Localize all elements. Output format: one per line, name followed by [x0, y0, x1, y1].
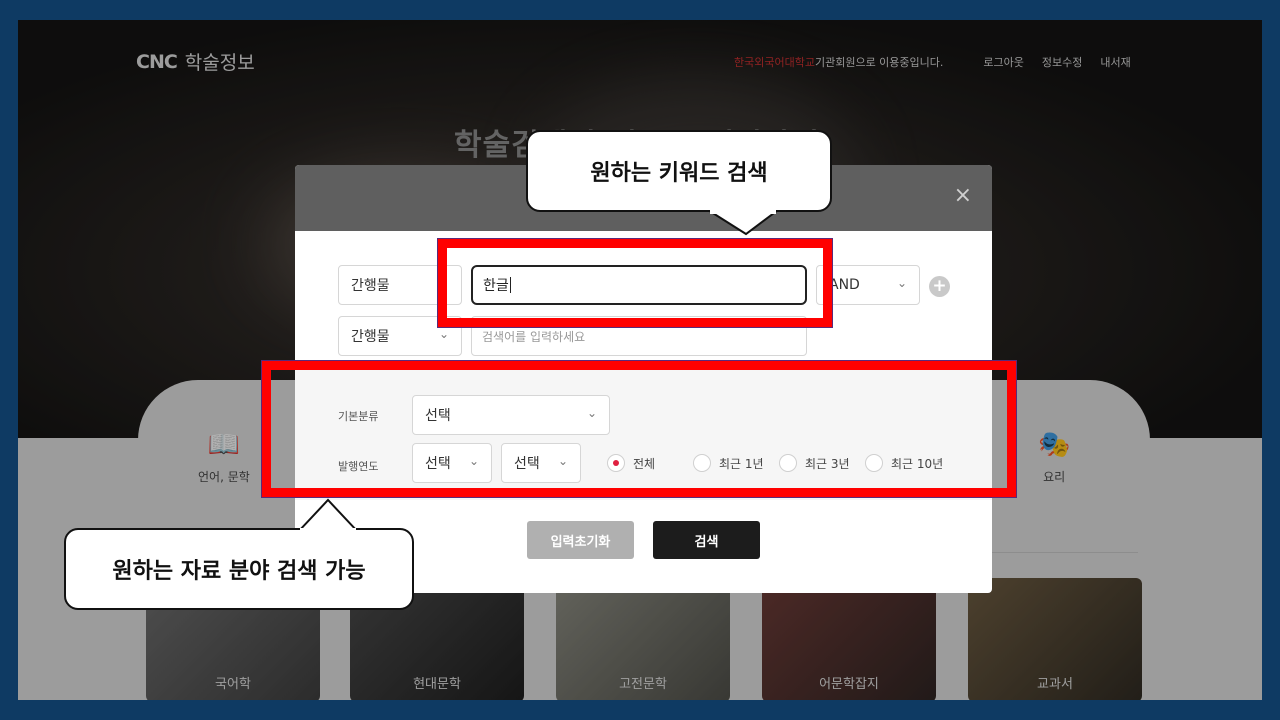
field-callout: 원하는 자료 분야 검색 가능	[64, 528, 414, 610]
keyword-callout: 원하는 키워드 검색	[526, 130, 832, 212]
keyword-callout-pointer	[704, 209, 781, 236]
browser-screen: CNC 학술정보 한국외국어대학교 기관회원으로 이용중입니다. 로그아웃 정보…	[18, 20, 1262, 700]
